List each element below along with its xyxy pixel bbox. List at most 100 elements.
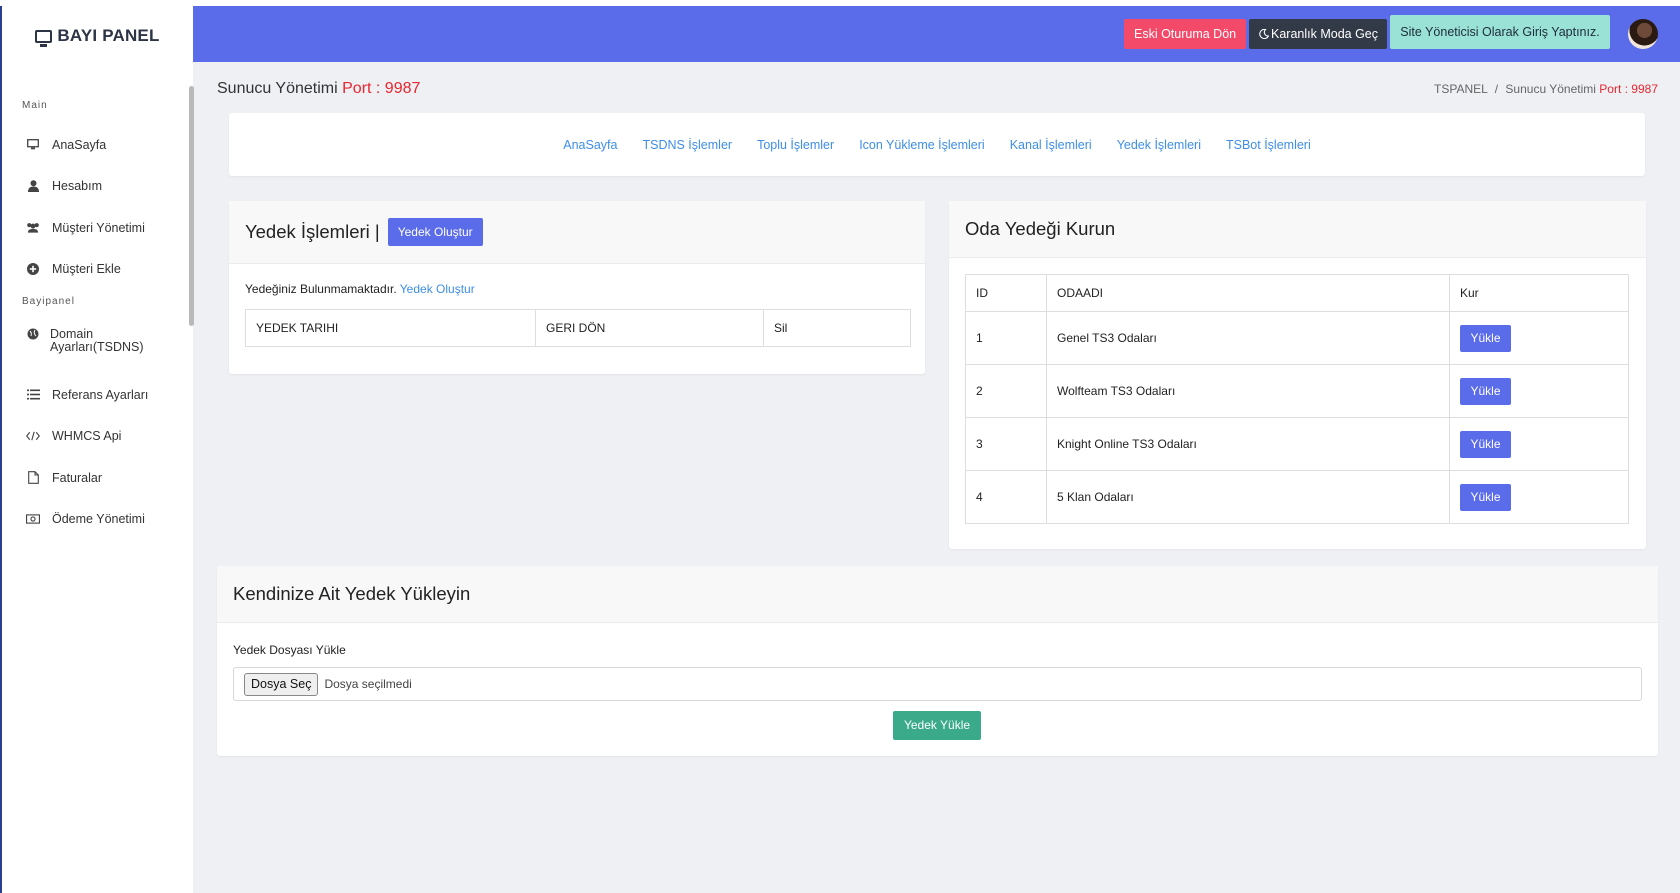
backups-empty-message: Yedeğiniz Bulunmamaktadır. Yedek Oluştur bbox=[245, 282, 909, 296]
backups-card: Yedek İşlemleri | Yedek Oluştur Yedeğini… bbox=[229, 201, 925, 374]
users-icon bbox=[26, 222, 40, 233]
backups-empty-create-link[interactable]: Yedek Oluştur bbox=[400, 282, 475, 296]
sidebar-item-label: Hesabım bbox=[52, 179, 103, 194]
row-id: 4 bbox=[965, 470, 1047, 524]
install-button-4[interactable]: Yükle bbox=[1460, 483, 1511, 511]
sidebar-item-anasayfa[interactable]: AnaSayfa bbox=[2, 124, 193, 166]
install-button-1[interactable]: Yükle bbox=[1460, 324, 1511, 352]
money-icon bbox=[26, 514, 40, 524]
install-button-2[interactable]: Yükle bbox=[1460, 377, 1511, 405]
old-session-button[interactable]: Eski Oturuma Dön bbox=[1124, 19, 1246, 49]
sidebar-item-label: Ödeme Yönetimi bbox=[52, 512, 145, 527]
sidebar-item-referans-ayarlari[interactable]: Referans Ayarları bbox=[2, 374, 193, 416]
room-backup-card-header: Oda Yedeği Kurun bbox=[949, 201, 1646, 258]
row-action-cell: Yükle bbox=[1449, 311, 1629, 365]
sidebar-item-hesabim[interactable]: Hesabım bbox=[2, 166, 193, 208]
upload-title: Kendinize Ait Yedek Yükleyin bbox=[233, 583, 471, 604]
avatar[interactable] bbox=[1628, 19, 1658, 49]
backups-table: YEDEK TARIHI GERI DÖN Sil bbox=[245, 309, 911, 347]
row-name: 5 Klan Odaları bbox=[1046, 470, 1450, 524]
row-name: Wolfteam TS3 Odaları bbox=[1046, 364, 1450, 418]
admin-login-badge[interactable]: Site Yöneticisi Olarak Giriş Yaptınız. bbox=[1390, 15, 1610, 49]
table-row: 4 5 Klan Odaları Yükle bbox=[965, 470, 1629, 524]
backups-card-header: Yedek İşlemleri | Yedek Oluştur bbox=[229, 201, 925, 264]
dark-mode-button[interactable]: Karanlık Moda Geç bbox=[1249, 19, 1387, 49]
sidebar-heading-bayipanel: Bayipanel bbox=[22, 296, 75, 307]
nav-link-kanal[interactable]: Kanal İşlemleri bbox=[1010, 138, 1092, 152]
create-backup-button[interactable]: Yedek Oluştur bbox=[387, 218, 483, 246]
column-header-id: ID bbox=[965, 274, 1047, 312]
backups-title: Yedek İşlemleri | bbox=[245, 221, 380, 242]
globe-icon bbox=[26, 328, 40, 340]
table-row: 2 Wolfteam TS3 Odaları Yükle bbox=[965, 364, 1629, 418]
nav-link-tsdns[interactable]: TSDNS İşlemler bbox=[642, 138, 732, 152]
sidebar-scrollbar[interactable] bbox=[189, 86, 194, 326]
moon-icon bbox=[1259, 20, 1270, 50]
table-header-row: YEDEK TARIHI GERI DÖN Sil bbox=[245, 309, 911, 347]
breadcrumb-root[interactable]: TSPANEL bbox=[1434, 82, 1487, 96]
row-name: Genel TS3 Odaları bbox=[1046, 311, 1450, 365]
breadcrumb-separator: / bbox=[1494, 82, 1499, 96]
breadcrumb: TSPANEL / Sunucu Yönetimi Port : 9987 bbox=[1434, 82, 1658, 96]
room-backup-card: Oda Yedeği Kurun ID ODAADI Kur 1 Genel T… bbox=[949, 201, 1646, 549]
sidebar-item-musteri-yonetimi[interactable]: Müşteri Yönetimi bbox=[2, 207, 193, 249]
sidebar: BAYI PANEL Main AnaSayfa Hesabım Müşteri… bbox=[0, 6, 194, 893]
backups-empty-text: Yedeğiniz Bulunmamaktadır. bbox=[245, 282, 397, 296]
section-nav: AnaSayfa TSDNS İşlemler Toplu İşlemler I… bbox=[229, 113, 1645, 176]
breadcrumb-current: Sunucu Yönetimi bbox=[1505, 82, 1596, 96]
room-backup-title: Oda Yedeği Kurun bbox=[965, 218, 1116, 239]
table-row: 3 Knight Online TS3 Odaları Yükle bbox=[965, 417, 1629, 471]
row-id: 1 bbox=[965, 311, 1047, 365]
sidebar-item-domain-ayarlari[interactable]: Domain Ayarları(TSDNS) bbox=[2, 318, 193, 374]
sidebar-item-label: Domain Ayarları(TSDNS) bbox=[50, 327, 144, 354]
nav-link-toplu[interactable]: Toplu İşlemler bbox=[757, 138, 834, 152]
sidebar-item-musteri-ekle[interactable]: Müşteri Ekle bbox=[2, 249, 193, 291]
sidebar-item-faturalar[interactable]: Faturalar bbox=[2, 457, 193, 499]
backup-file-input[interactable]: Dosya Seç Dosya seçilmedi bbox=[233, 667, 1642, 701]
code-icon bbox=[26, 431, 40, 441]
row-id: 2 bbox=[965, 364, 1047, 418]
row-action-cell: Yükle bbox=[1449, 470, 1629, 524]
plus-circle-icon bbox=[26, 263, 40, 276]
upload-backup-button[interactable]: Yedek Yükle bbox=[893, 711, 981, 740]
list-icon bbox=[26, 389, 40, 400]
sidebar-item-label: Müşteri Yönetimi bbox=[52, 220, 145, 235]
nav-link-tsbot[interactable]: TSBot İşlemleri bbox=[1226, 138, 1311, 152]
breadcrumb-port: Port : 9987 bbox=[1599, 82, 1658, 96]
table-row: 1 Genel TS3 Odaları Yükle bbox=[965, 311, 1629, 365]
nav-link-yedek[interactable]: Yedek İşlemleri bbox=[1117, 138, 1201, 152]
file-icon bbox=[26, 471, 40, 485]
brand-title: BAYI PANEL bbox=[57, 26, 160, 45]
upload-field-label: Yedek Dosyası Yükle bbox=[233, 643, 346, 657]
column-header-date: YEDEK TARIHI bbox=[245, 309, 536, 347]
nav-link-icon-yukleme[interactable]: Icon Yükleme İşlemleri bbox=[859, 138, 985, 152]
page-title-port: Port : 9987 bbox=[342, 80, 421, 97]
brand-logo[interactable]: BAYI PANEL bbox=[2, 6, 193, 66]
sidebar-item-odeme-yonetimi[interactable]: Ödeme Yönetimi bbox=[2, 499, 193, 541]
column-header-install: Kur bbox=[1449, 274, 1629, 312]
upload-backup-card: Kendinize Ait Yedek Yükleyin Yedek Dosya… bbox=[217, 566, 1658, 756]
sidebar-item-label: AnaSayfa bbox=[52, 137, 107, 152]
nav-link-anasayfa[interactable]: AnaSayfa bbox=[563, 138, 617, 152]
page-title-text: Sunucu Yönetimi bbox=[217, 80, 338, 97]
dark-mode-label: Karanlık Moda Geç bbox=[1271, 27, 1378, 41]
install-button-3[interactable]: Yükle bbox=[1460, 430, 1511, 458]
sidebar-item-whmcs-api[interactable]: WHMCS Api bbox=[2, 416, 193, 458]
top-bar: Eski Oturuma Dön Karanlık Moda Geç Site … bbox=[193, 6, 1680, 62]
sidebar-item-label: Referans Ayarları bbox=[52, 387, 149, 402]
column-header-name: ODAADI bbox=[1046, 274, 1450, 312]
sidebar-item-label: Müşteri Ekle bbox=[52, 262, 121, 277]
page-title: Sunucu Yönetimi Port : 9987 bbox=[217, 80, 420, 98]
sidebar-item-label: Faturalar bbox=[52, 470, 103, 485]
sidebar-item-label: WHMCS Api bbox=[52, 429, 122, 444]
choose-file-button[interactable]: Dosya Seç bbox=[244, 672, 319, 696]
row-id: 3 bbox=[965, 417, 1047, 471]
row-action-cell: Yükle bbox=[1449, 417, 1629, 471]
row-name: Knight Online TS3 Odaları bbox=[1046, 417, 1450, 471]
monitor-icon bbox=[35, 29, 53, 47]
monitor-icon bbox=[26, 139, 40, 150]
room-backup-table: ID ODAADI Kur 1 Genel TS3 Odaları Yükle … bbox=[965, 274, 1629, 524]
upload-card-header: Kendinize Ait Yedek Yükleyin bbox=[217, 566, 1658, 623]
sidebar-heading-main: Main bbox=[22, 100, 48, 111]
column-header-delete: Sil bbox=[763, 309, 911, 347]
